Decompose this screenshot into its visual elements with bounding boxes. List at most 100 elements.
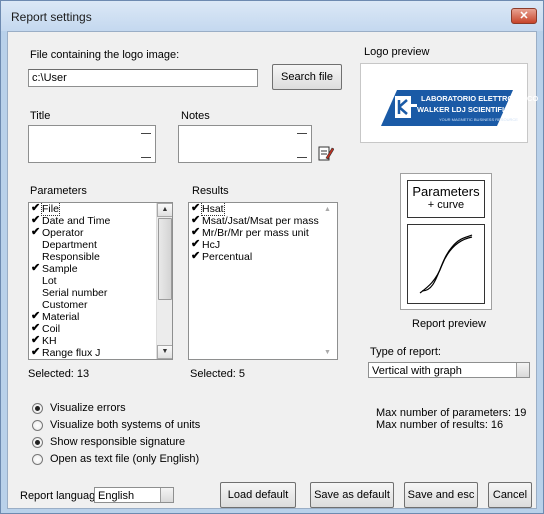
results-item-label: Mr/Br/Mr per mass unit (202, 227, 309, 239)
results-item[interactable]: ✔ Percentual (189, 250, 321, 263)
parameters-item[interactable]: Department (29, 239, 156, 251)
parameters-item-label: Customer (42, 299, 88, 311)
close-button[interactable]: ✕ (511, 8, 537, 24)
logo-file-label: File containing the logo image: (30, 49, 180, 61)
save-as-default-button[interactable]: Save as default (310, 482, 394, 508)
title-input[interactable] (28, 125, 156, 163)
parameters-item[interactable]: Lot (29, 275, 156, 287)
results-selected-count: Selected: 5 (190, 368, 246, 380)
scroll-up-icon[interactable]: ▲ (324, 206, 331, 213)
report-preview-image: Parameters + curve (400, 173, 492, 310)
cancel-button[interactable]: Cancel (488, 482, 532, 508)
search-file-button[interactable]: Search file (272, 64, 342, 90)
option-both-units-label: Visualize both systems of units (50, 419, 201, 431)
parameters-item-label: Poles (42, 359, 68, 360)
results-item[interactable]: ✔ Msat/Jsat/Msat per mass (189, 214, 321, 227)
parameters-item[interactable]: Customer (29, 299, 156, 311)
results-list[interactable]: ✔ Hsat ✔ Msat/Jsat/Msat per mass ✔ Mr/Br/Mr p… (188, 202, 338, 360)
logo-preview-label: Logo preview (364, 46, 430, 58)
parameters-item-label: Department (42, 239, 97, 251)
results-item-label: HcJ (202, 239, 221, 251)
radio-visualize-errors[interactable] (32, 403, 43, 414)
radio-both-units[interactable] (32, 420, 43, 431)
edit-notes-icon[interactable] (318, 144, 335, 162)
parameters-item-label: Date and Time (42, 215, 111, 227)
max-results-text: Max number of results: 16 (376, 419, 504, 431)
scroll-up-icon[interactable]: ▲ (157, 203, 172, 217)
company-logo-icon (381, 90, 513, 126)
logo-line1: LABORATORIO ELETTROFISICO (421, 94, 539, 103)
notes-label: Notes (181, 110, 210, 122)
check-icon[interactable]: ✔ (191, 226, 200, 238)
parameters-scrollbar[interactable]: ▲ ▼ (156, 203, 172, 359)
logo-file-input[interactable]: c:\User (28, 69, 258, 87)
radio-open-text-file[interactable] (32, 454, 43, 465)
dropdown-arrow-icon[interactable] (160, 488, 173, 502)
results-label: Results (192, 185, 229, 197)
parameters-item[interactable]: Poles (29, 359, 156, 360)
radio-responsible-signature[interactable] (32, 437, 43, 448)
check-icon[interactable]: ✔ (31, 262, 40, 274)
results-item[interactable]: ✔ Mr/Br/Mr per mass unit (189, 226, 321, 239)
results-item[interactable]: ✔ HcJ (189, 238, 321, 251)
parameters-list[interactable]: ✔ File ✔ Date and Time ✔ Operator Department Re… (28, 202, 173, 360)
preview-curve-text: + curve (427, 199, 465, 211)
parameters-item-label: Range flux J (42, 347, 101, 359)
report-language-label: Report language (20, 490, 102, 502)
parameters-item-label: Lot (42, 275, 57, 287)
parameters-item[interactable]: Serial number (29, 287, 156, 299)
check-icon[interactable]: ✔ (31, 226, 40, 238)
save-and-esc-button[interactable]: Save and esc (404, 482, 478, 508)
logo-line2: WALKER LDJ SCIENTIFIC (417, 105, 510, 114)
notes-input[interactable] (178, 125, 312, 163)
parameters-item-label: Responsible (42, 251, 100, 263)
parameters-item[interactable]: ✔ File (29, 203, 156, 216)
parameters-item[interactable]: ✔ Material (29, 310, 156, 323)
scroll-down-icon[interactable]: ▼ (157, 345, 172, 359)
check-icon[interactable]: ✔ (31, 214, 40, 226)
title-label: Title (30, 110, 51, 122)
parameters-selected-count: Selected: 13 (28, 368, 90, 380)
results-item-label: Hsat (201, 203, 225, 216)
check-icon[interactable]: ✔ (31, 346, 40, 358)
preview-hysteresis-curve-icon (407, 224, 485, 304)
scroll-thumb[interactable] (158, 218, 172, 300)
parameters-item-label: Coil (42, 323, 61, 335)
parameters-item-label: Material (42, 311, 80, 323)
logo-preview-image: LABORATORIO ELETTROFISICO WALKER LDJ SCI… (360, 63, 538, 143)
preview-parameters-text: Parameters (412, 184, 480, 199)
type-of-report-select[interactable]: Vertical with graph (368, 362, 530, 378)
option-responsible-signature-label: Show responsible signature (50, 436, 186, 448)
parameters-item-label: Operator (42, 227, 84, 239)
check-icon[interactable]: ✔ (31, 310, 40, 322)
parameters-item-label: KH (42, 335, 57, 347)
check-icon[interactable]: ✔ (31, 203, 40, 214)
results-item-label: Percentual (202, 251, 253, 263)
check-icon[interactable]: ✔ (191, 214, 200, 226)
parameters-item[interactable]: ✔ Sample (29, 262, 156, 275)
parameters-item[interactable]: ✔ Range flux J (29, 346, 156, 359)
parameters-item[interactable]: ✔ Coil (29, 322, 156, 335)
scroll-down-icon[interactable]: ▼ (324, 349, 331, 356)
parameters-item-label: Sample (42, 263, 78, 275)
results-scrollbar[interactable]: ▲ ▼ (321, 203, 337, 359)
check-icon[interactable]: ✔ (191, 238, 200, 250)
check-icon[interactable]: ✔ (191, 203, 200, 214)
report-preview-label: Report preview (412, 318, 486, 330)
report-language-select[interactable]: English (94, 487, 174, 503)
results-item[interactable]: ✔ Hsat (189, 203, 321, 216)
type-of-report-value: Vertical with graph (372, 365, 462, 377)
check-icon[interactable]: ✔ (31, 334, 40, 346)
option-open-text-file-label: Open as text file (only English) (50, 453, 200, 465)
parameters-item[interactable]: Responsible (29, 251, 156, 263)
option-visualize-errors-label: Visualize errors (50, 402, 126, 414)
check-icon[interactable]: ✔ (191, 250, 200, 262)
parameters-item[interactable]: ✔ Operator (29, 226, 156, 239)
dropdown-arrow-icon[interactable] (516, 363, 529, 377)
check-icon[interactable]: ✔ (31, 322, 40, 334)
parameters-item[interactable]: ✔ Date and Time (29, 214, 156, 227)
load-default-button[interactable]: Load default (220, 482, 296, 508)
parameters-item[interactable]: ✔ KH (29, 334, 156, 347)
preview-parameters-box: Parameters + curve (407, 180, 485, 218)
results-item-label: Msat/Jsat/Msat per mass (202, 215, 319, 227)
